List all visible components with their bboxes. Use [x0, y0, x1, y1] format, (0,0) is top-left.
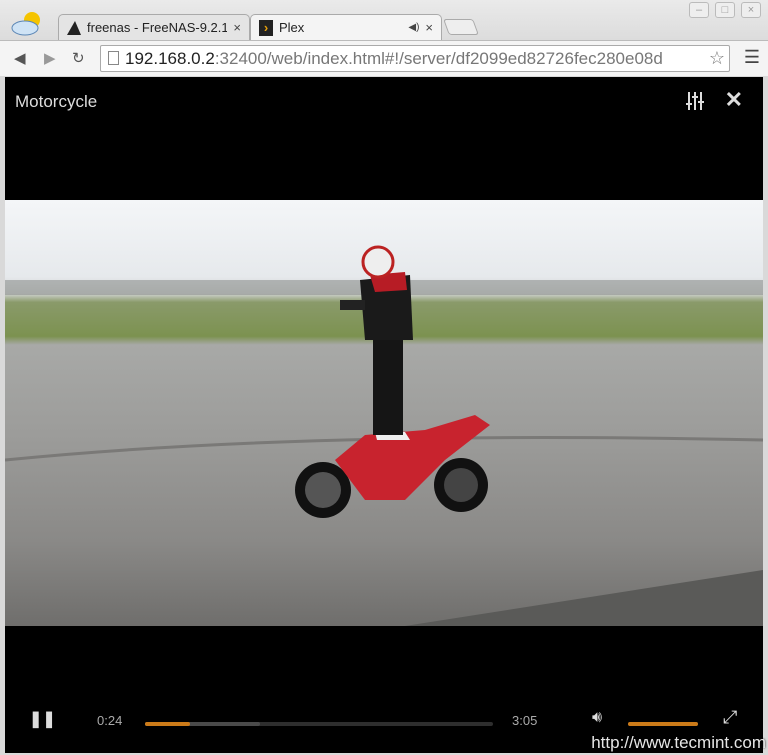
speaker-icon[interactable]: ◀) — [408, 22, 419, 33]
progress-bar — [145, 722, 191, 726]
bookmark-star-icon[interactable]: ☆ — [706, 46, 725, 71]
fullscreen-icon[interactable]: ⤢ — [723, 707, 737, 728]
volume-slider[interactable] — [628, 722, 698, 726]
plex-icon: › — [259, 19, 273, 36]
maximize-button[interactable]: □ — [715, 2, 735, 18]
tab-plex[interactable]: › Plex ◀) × — [250, 14, 442, 40]
browser-toolbar: ◀ ▶ ↻ 192.168.0.2:32400/web/index.html#!… — [0, 40, 768, 76]
elapsed-time: 0:24 — [97, 713, 123, 728]
video-title: Motorcycle — [15, 92, 98, 111]
page-icon — [108, 51, 119, 65]
tab-label: freenas - FreeNAS-9.2.1 — [87, 20, 227, 35]
minimize-button[interactable]: – — [689, 2, 709, 18]
new-tab-button[interactable] — [443, 19, 479, 35]
freenas-icon — [67, 20, 81, 35]
tab-close-button[interactable]: × — [233, 20, 241, 35]
tab-freenas[interactable]: freenas - FreeNAS-9.2.1 × — [58, 14, 250, 40]
close-window-button[interactable]: × — [741, 2, 761, 18]
volume-icon[interactable]: 🔊︎ — [592, 709, 602, 727]
video-player: Motorcycle ✕ ❚❚ 0:24 3:05 🔊︎ ⤢ — [5, 77, 763, 753]
weather-icon — [11, 12, 40, 36]
menu-icon[interactable]: ☰ — [744, 47, 760, 68]
pause-button[interactable]: ❚❚ — [29, 709, 56, 729]
tab-label: Plex — [279, 20, 305, 35]
seek-bar[interactable] — [145, 722, 493, 726]
browser-titlebar: freenas - FreeNAS-9.2.1 × › Plex ◀) × – … — [0, 0, 768, 40]
forward-button[interactable]: ▶ — [44, 49, 56, 67]
watermark: http://www.tecmint.com — [591, 733, 766, 752]
url-path: :32400/web/index.html#!/server/df2099ed8… — [214, 49, 663, 68]
back-button[interactable]: ◀ — [14, 49, 26, 67]
reload-button[interactable]: ↻ — [72, 49, 85, 67]
settings-sliders-icon[interactable] — [685, 91, 705, 111]
video-frame[interactable] — [5, 200, 763, 626]
video-scene — [5, 245, 763, 626]
address-bar[interactable]: 192.168.0.2:32400/web/index.html#!/serve… — [100, 45, 730, 72]
close-player-button[interactable]: ✕ — [725, 87, 743, 113]
duration-time: 3:05 — [512, 713, 538, 728]
url-host: 192.168.0.2 — [125, 49, 215, 68]
tab-close-button[interactable]: × — [425, 20, 433, 35]
volume-level — [628, 722, 698, 726]
